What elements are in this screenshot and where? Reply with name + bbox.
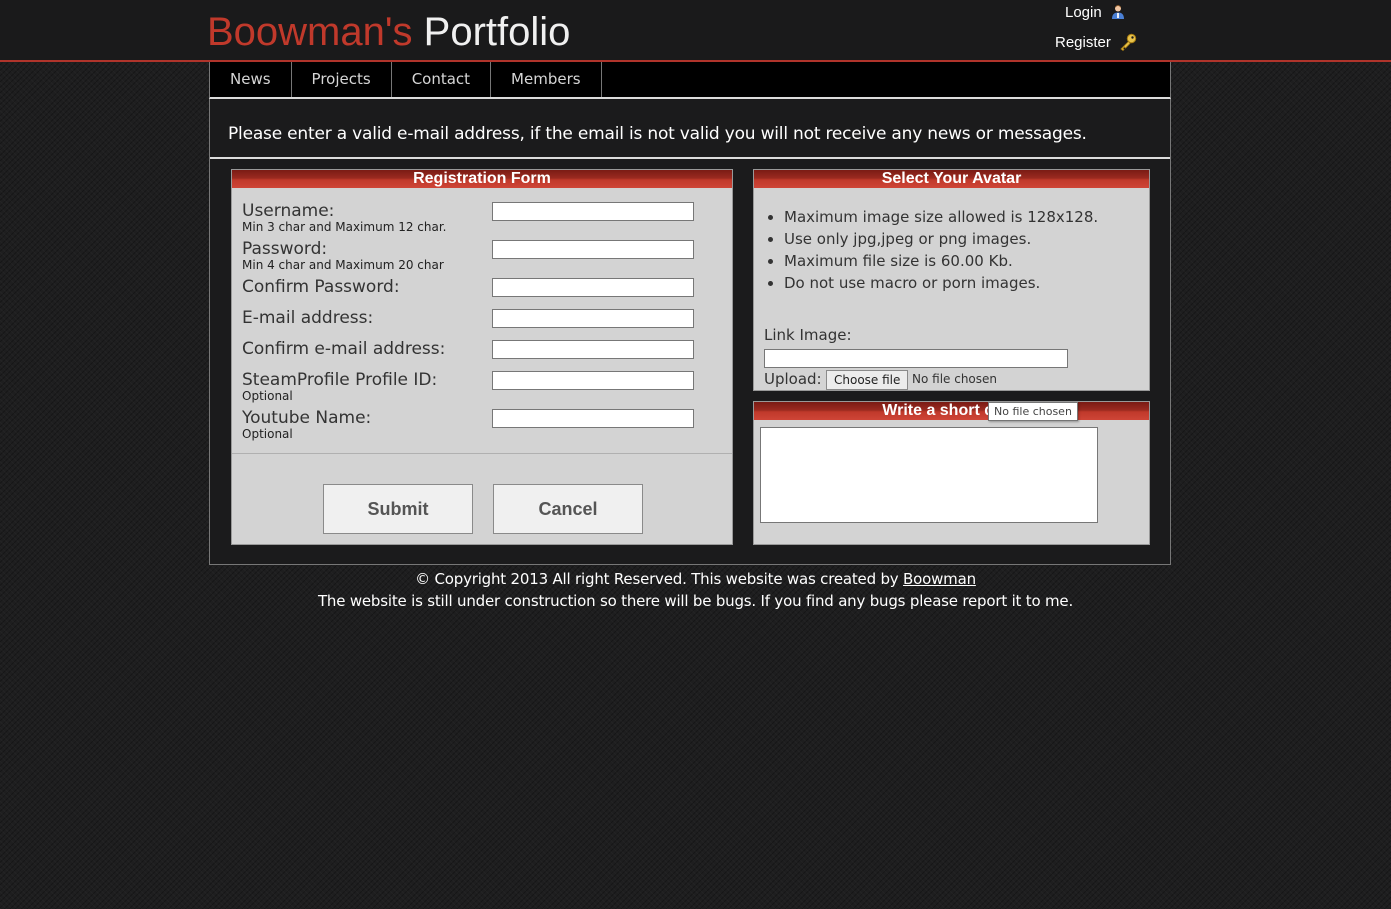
password-hint: Min 4 char and Maximum 20 char	[242, 258, 444, 272]
youtube-hint: Optional	[242, 427, 293, 441]
site-title[interactable]: Boowman's Portfolio	[207, 8, 570, 56]
content-divider	[210, 157, 1170, 159]
email-notice: Please enter a valid e-mail address, if …	[228, 124, 1087, 144]
user-icon[interactable]	[1110, 4, 1126, 24]
form-separator	[232, 453, 732, 454]
confirm-email-input[interactable]	[492, 340, 694, 359]
site-title-portfolio: Portfolio	[423, 10, 571, 54]
username-label: Username:	[242, 201, 335, 221]
avatar-panel: Select Your Avatar Maximum image size al…	[753, 169, 1150, 391]
site-footer: © Copyright 2013 All right Reserved. Thi…	[0, 568, 1391, 612]
username-hint: Min 3 char and Maximum 12 char.	[242, 220, 447, 234]
steam-id-label: SteamProfile Profile ID:	[242, 370, 438, 390]
nav-contact[interactable]: Contact	[392, 62, 492, 97]
main-nav: News Projects Contact Members	[209, 62, 1171, 99]
submit-button[interactable]: Submit	[323, 484, 473, 534]
author-link[interactable]: Boowman	[903, 570, 976, 588]
nav-members[interactable]: Members	[491, 62, 602, 97]
copyright-line: © Copyright 2013 All right Reserved. Thi…	[0, 568, 1391, 590]
description-panel: Write a short desc	[753, 401, 1150, 545]
username-input[interactable]	[492, 202, 694, 221]
avatar-rule: Maximum image size allowed is 128x128.	[784, 206, 1098, 228]
registration-panel: Registration Form Username: Min 3 char a…	[231, 169, 733, 545]
upload-label: Upload:	[764, 370, 822, 388]
cancel-button[interactable]: Cancel	[493, 484, 643, 534]
construction-note: The website is still under construction …	[317, 592, 1074, 610]
confirm-password-label: Confirm Password:	[242, 277, 400, 297]
choose-file-button[interactable]: Choose file	[826, 370, 909, 390]
avatar-title: Select Your Avatar	[754, 170, 1149, 188]
site-title-name: Boowman's	[207, 10, 413, 54]
file-status: No file chosen	[912, 372, 998, 386]
nav-projects[interactable]: Projects	[292, 62, 392, 97]
nav-news[interactable]: News	[210, 62, 292, 97]
register-link[interactable]: Register	[1055, 34, 1111, 52]
description-textarea[interactable]	[760, 427, 1098, 523]
link-image-label: Link Image:	[764, 326, 852, 344]
steam-id-input[interactable]	[492, 371, 694, 390]
registration-title: Registration Form	[232, 170, 732, 188]
site-header: Boowman's Portfolio Login Register	[0, 0, 1391, 62]
key-icon[interactable]	[1119, 33, 1137, 55]
avatar-rule: Maximum file size is 60.00 Kb.	[784, 250, 1098, 272]
avatar-rule: Do not use macro or porn images.	[784, 272, 1098, 294]
youtube-input[interactable]	[492, 409, 694, 428]
login-link[interactable]: Login	[1065, 4, 1102, 22]
email-input[interactable]	[492, 309, 694, 328]
avatar-rule: Use only jpg,jpeg or png images.	[784, 228, 1098, 250]
file-tooltip: No file chosen	[988, 402, 1078, 421]
youtube-label: Youtube Name:	[242, 408, 372, 428]
copyright-text: © Copyright 2013 All right Reserved. Thi…	[415, 570, 899, 588]
password-label: Password:	[242, 239, 328, 259]
password-input[interactable]	[492, 240, 694, 259]
avatar-rules-list: Maximum image size allowed is 128x128. U…	[764, 206, 1098, 294]
steam-id-hint: Optional	[242, 389, 293, 403]
email-label: E-mail address:	[242, 308, 374, 328]
confirm-password-input[interactable]	[492, 278, 694, 297]
confirm-email-label: Confirm e-mail address:	[242, 339, 446, 359]
content-area: Please enter a valid e-mail address, if …	[209, 99, 1171, 565]
link-image-input[interactable]	[764, 349, 1068, 368]
description-title: Write a short desc	[754, 402, 1149, 420]
